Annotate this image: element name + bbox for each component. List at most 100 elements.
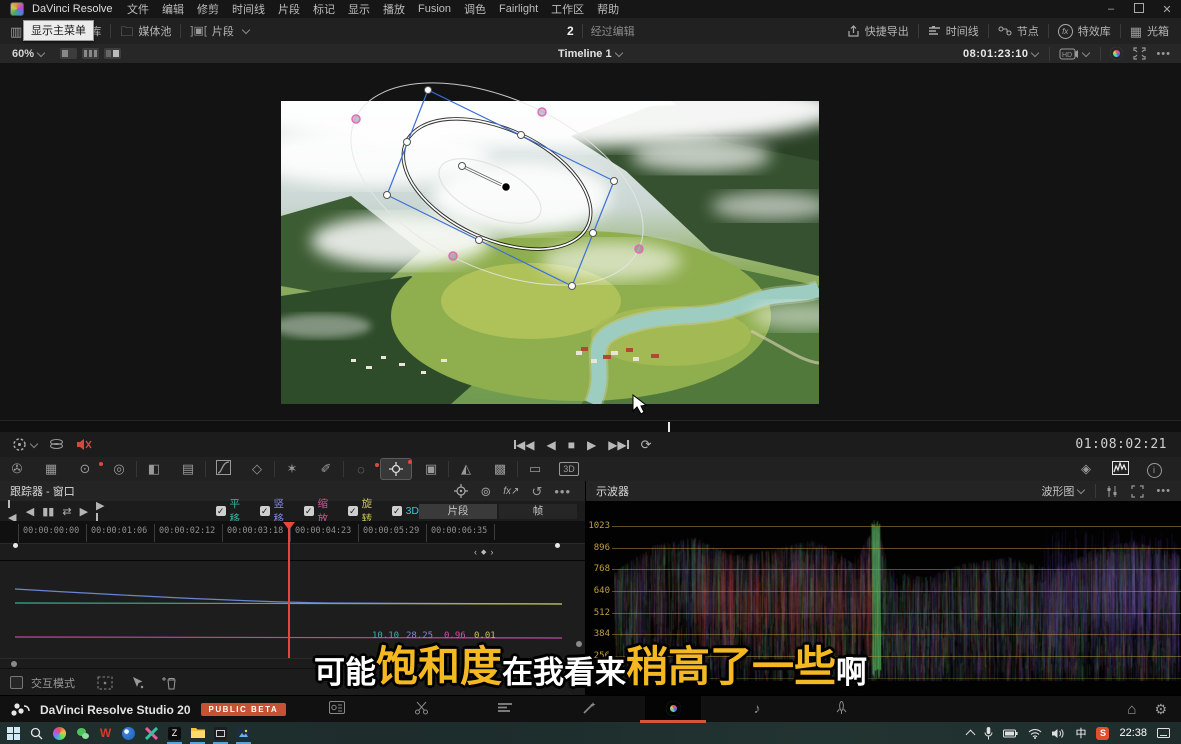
fusion-tracker-icon[interactable]: fx↗ bbox=[503, 486, 519, 497]
lightbox-button[interactable]: ▦ 光箱 bbox=[1130, 23, 1169, 39]
menu-clip[interactable]: 片段 bbox=[278, 1, 300, 17]
notification-icon[interactable] bbox=[1157, 728, 1170, 739]
zoom-checkbox[interactable]: ✓ bbox=[304, 506, 314, 516]
transform-box[interactable] bbox=[387, 90, 614, 286]
color-match-icon[interactable]: ▦ bbox=[34, 461, 68, 477]
menu-fairlight[interactable]: Fairlight bbox=[499, 3, 538, 15]
wifi-icon[interactable] bbox=[1028, 728, 1042, 739]
color-wheels-icon[interactable]: ⊙ bbox=[68, 461, 102, 477]
interactive-mode-checkbox[interactable] bbox=[10, 676, 23, 689]
menu-file[interactable]: 文件 bbox=[127, 1, 149, 17]
home-icon[interactable]: ⌂ bbox=[1127, 701, 1136, 718]
sizing-icon[interactable]: ▭ bbox=[518, 461, 552, 477]
pause-button[interactable]: ▮▮ bbox=[42, 505, 54, 518]
scrub-playhead[interactable] bbox=[668, 422, 670, 432]
taskbar-app-capcut[interactable]: Z bbox=[163, 722, 186, 744]
play-reverse-button[interactable]: ◀ bbox=[546, 438, 555, 452]
minimize-button[interactable]: – bbox=[1097, 3, 1125, 15]
power-window-overlay[interactable] bbox=[0, 63, 1181, 420]
quick-export-button[interactable]: 快捷导出 bbox=[847, 23, 909, 39]
taskbar-app-media-player[interactable] bbox=[48, 722, 71, 744]
tab-frame[interactable]: 帧 bbox=[499, 504, 577, 519]
keyframe-dot[interactable] bbox=[555, 543, 560, 548]
menu-edit[interactable]: 编辑 bbox=[162, 1, 184, 17]
color-wheel-icon[interactable] bbox=[1110, 47, 1123, 60]
clock[interactable]: 22:38 bbox=[1119, 727, 1147, 739]
key-icon[interactable]: ▩ bbox=[483, 461, 517, 477]
go-to-last-frame-button[interactable]: ▶▶ bbox=[608, 438, 628, 452]
color-warper-icon[interactable]: ◇ bbox=[240, 461, 274, 477]
effects-library-button[interactable]: fx 特效库 bbox=[1058, 23, 1111, 39]
menu-workspace[interactable]: 工作区 bbox=[551, 1, 584, 17]
taskbar-app-explorer[interactable] bbox=[186, 722, 209, 744]
motion-effects-icon[interactable]: ▤ bbox=[171, 461, 205, 477]
scope-options-icon[interactable]: ••• bbox=[1156, 485, 1171, 497]
loop-button[interactable]: ⟳ bbox=[641, 437, 652, 453]
microphone-icon[interactable] bbox=[984, 727, 993, 740]
prev-keyframe-icon[interactable]: ‹ bbox=[474, 547, 477, 557]
scope-settings-icon[interactable] bbox=[1105, 485, 1119, 498]
track-reverse-button[interactable]: ◀ bbox=[26, 505, 34, 518]
taskbar-app-colorful-x[interactable] bbox=[140, 722, 163, 744]
menu-timeline[interactable]: 时间线 bbox=[232, 1, 265, 17]
clip-button[interactable]: ]▣[ 片段 bbox=[190, 23, 251, 39]
media-pool-button[interactable]: 🗀 媒体池 bbox=[120, 23, 171, 39]
battery-icon[interactable] bbox=[1003, 729, 1018, 738]
camera-raw-icon[interactable]: ✇ bbox=[0, 461, 34, 477]
tab-clip[interactable]: 片段 bbox=[419, 504, 497, 519]
hdr-grade-icon[interactable]: ◎ bbox=[102, 461, 136, 477]
view-mode-single-icon[interactable] bbox=[60, 48, 77, 59]
volume-icon[interactable] bbox=[1052, 728, 1065, 739]
track-bidirectional-button[interactable]: ⇄ bbox=[62, 505, 71, 518]
tray-expand-icon[interactable] bbox=[967, 728, 974, 738]
chevron-down-icon[interactable] bbox=[30, 439, 38, 447]
settings-gear-icon[interactable]: ⚙ bbox=[1154, 701, 1167, 718]
tracker-graph[interactable]: 10.10 28.25 0.96 0.01 bbox=[0, 560, 585, 659]
menu-mark[interactable]: 标记 bbox=[313, 1, 335, 17]
taskbar-app-wps[interactable]: W bbox=[94, 722, 117, 744]
play-button[interactable]: ▶ bbox=[587, 438, 596, 452]
window-icon[interactable]: ◌ bbox=[344, 462, 378, 477]
page-cut[interactable] bbox=[404, 696, 438, 720]
window-center-handle[interactable] bbox=[502, 183, 511, 192]
sidebar-toggle-icon[interactable]: ▥ bbox=[10, 25, 22, 38]
rgb-mixer-icon[interactable]: ◧ bbox=[137, 461, 171, 477]
next-keyframe-icon[interactable]: › bbox=[490, 547, 493, 557]
cloud-tracker-icon[interactable]: ⊚ bbox=[480, 485, 491, 498]
track-forward-button[interactable]: ▶ bbox=[80, 505, 88, 518]
wipe-modes-icon[interactable] bbox=[49, 438, 64, 451]
stereo-3d-icon[interactable]: 3D bbox=[552, 464, 586, 474]
tracker-options-icon[interactable]: ••• bbox=[554, 485, 571, 498]
taskbar-search-icon[interactable] bbox=[25, 722, 48, 744]
keyframe-nav[interactable]: ‹ ◆ › bbox=[474, 547, 493, 557]
keyframes-icon[interactable]: ◈ bbox=[1069, 461, 1103, 477]
menu-view[interactable]: 显示 bbox=[348, 1, 370, 17]
menu-color[interactable]: 调色 bbox=[464, 1, 486, 17]
reset-icon[interactable]: ↺ bbox=[531, 485, 542, 498]
menu-playback[interactable]: 播放 bbox=[383, 1, 405, 17]
qualifier-icon[interactable]: ✶ bbox=[275, 461, 309, 477]
chevron-down-icon[interactable] bbox=[1031, 48, 1039, 56]
page-fairlight[interactable]: ♪ bbox=[740, 696, 774, 720]
audio-mute-icon[interactable] bbox=[76, 438, 92, 451]
keyframe-dot[interactable] bbox=[13, 543, 18, 548]
nodes-panel-button[interactable]: 节点 bbox=[998, 23, 1039, 39]
taskbar-app-wechat[interactable] bbox=[71, 722, 94, 744]
magic-mask-icon[interactable]: ▣ bbox=[414, 461, 448, 477]
page-edit[interactable] bbox=[488, 696, 522, 720]
page-color[interactable] bbox=[656, 696, 690, 720]
keyframe-icon[interactable]: ◆ bbox=[481, 548, 486, 556]
expand-icon[interactable] bbox=[1131, 485, 1144, 498]
picker-icon[interactable]: ✐ bbox=[309, 461, 343, 477]
vertical-scrollbar-thumb[interactable] bbox=[576, 641, 582, 647]
scopes-icon[interactable] bbox=[1103, 461, 1137, 478]
chevron-down-icon[interactable] bbox=[1082, 48, 1090, 56]
zoom-level[interactable]: 60% bbox=[12, 48, 34, 60]
menu-help[interactable]: 帮助 bbox=[597, 1, 619, 17]
sogou-icon[interactable]: S bbox=[1096, 727, 1109, 740]
onscreen-controls-icon[interactable] bbox=[12, 437, 27, 452]
start-button[interactable] bbox=[2, 722, 25, 744]
add-tracker-point-icon[interactable] bbox=[454, 484, 468, 498]
tracker-icon[interactable] bbox=[380, 458, 412, 480]
delete-tracker-point-icon[interactable] bbox=[161, 676, 177, 690]
